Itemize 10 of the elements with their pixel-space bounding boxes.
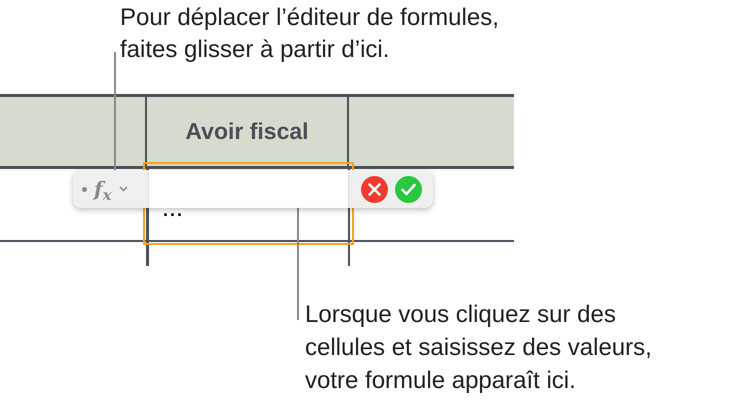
function-label[interactable]: f$_{x}$ — [94, 179, 112, 199]
drag-handle-icon[interactable] — [82, 186, 87, 192]
accept-icon[interactable] — [395, 176, 422, 202]
callout-text: Lorsque vous cliquez sur des cellules et saisissez des valeurs, votre formule apparaît ici. — [305, 300, 652, 396]
formula-editor[interactable]: f$_{x}$ — [73, 170, 433, 208]
chevron-icon[interactable] — [118, 186, 128, 192]
cancel-icon[interactable] — [361, 176, 388, 202]
callout-text: Pour déplacer l’éditeur de formules, faites glisser à partir d’ici. — [120, 3, 499, 65]
column-header: Avoir fiscal — [147, 97, 349, 166]
formula-input[interactable] — [148, 170, 349, 208]
